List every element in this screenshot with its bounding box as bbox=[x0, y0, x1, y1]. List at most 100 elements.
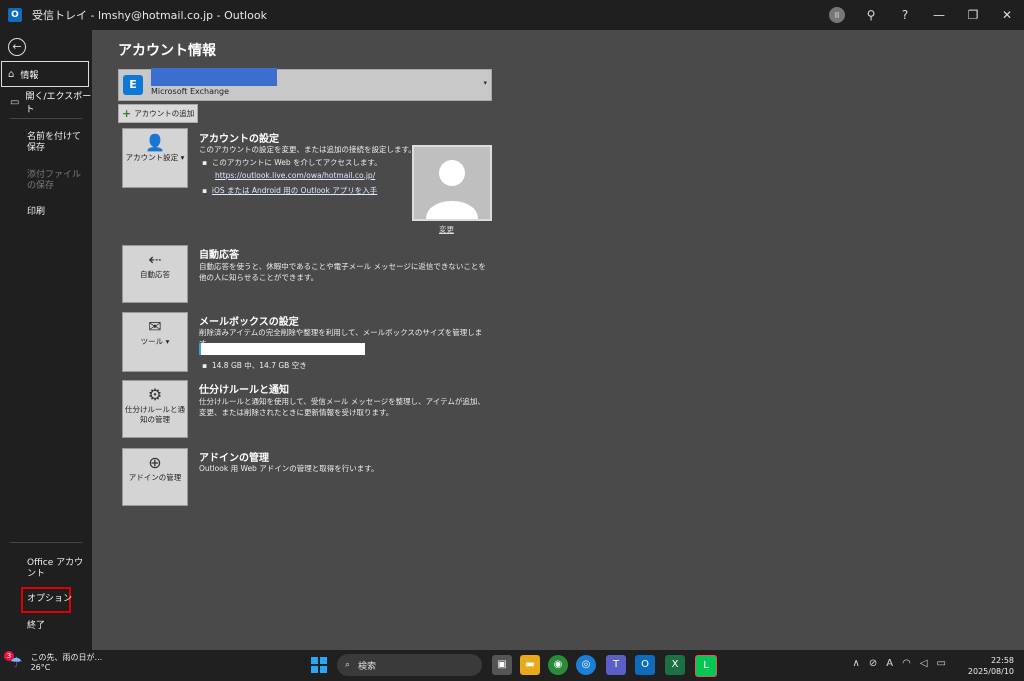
coauthor-icon[interactable]: ⚲ bbox=[854, 0, 888, 30]
account-settings-tile-label: アカウント設定 bbox=[125, 153, 179, 162]
folder-open-icon: ▭ bbox=[10, 96, 20, 108]
globe-icon: ⊕ bbox=[148, 453, 162, 472]
avatar: ll bbox=[829, 7, 845, 23]
back-arrow-icon[interactable]: ← bbox=[8, 38, 26, 56]
manage-addins-button[interactable]: ⊕ アドインの管理 bbox=[122, 448, 188, 506]
bullet-web-access: ▪ このアカウントに Web を介してアクセスします。 bbox=[202, 158, 382, 167]
mailbox-usage-fill bbox=[199, 343, 201, 355]
help-button[interactable]: ? bbox=[888, 0, 922, 30]
add-account-button[interactable]: + アカウントの追加 bbox=[118, 104, 198, 123]
plus-icon: + bbox=[122, 107, 132, 120]
mute-icon[interactable]: ⊘ bbox=[869, 658, 877, 669]
addins-desc: Outlook 用 Web アドインの管理と取得を行います。 bbox=[199, 464, 379, 473]
bullet-web-access-text: このアカウントに Web を介してアクセスします。 bbox=[211, 158, 382, 167]
excel-icon[interactable]: X bbox=[665, 655, 685, 675]
nav-open-export-label: 開く/エクスポート bbox=[25, 92, 92, 115]
account-avatar-button[interactable]: ll bbox=[820, 0, 854, 30]
mailbox-usage-text: 14.8 GB 中、14.7 GB 空き bbox=[211, 361, 307, 370]
taskbar-search[interactable]: ⌕ 検索 bbox=[337, 654, 482, 676]
rules-title: 仕分けルールと通知 bbox=[199, 385, 289, 396]
account-type: Microsoft Exchange bbox=[151, 87, 230, 96]
start-button[interactable] bbox=[311, 657, 327, 673]
divider bbox=[10, 542, 82, 543]
windows-logo-icon bbox=[311, 666, 318, 673]
rules-gear-bell-icon: ⚙ bbox=[147, 385, 163, 404]
rules-desc: 仕分けルールと通知を使用して、受信メール メッセージを整理し、アイテムが追加、変… bbox=[199, 397, 485, 417]
rules-alerts-button[interactable]: ⚙ 仕分けルールと通知の管理 bbox=[122, 380, 188, 438]
mailbox-tools-button[interactable]: ✉ ツール ▾ bbox=[122, 312, 188, 372]
account-dropdown[interactable]: E Microsoft Exchange ▾ bbox=[118, 68, 492, 101]
search-label: 検索 bbox=[358, 661, 377, 672]
auto-reply-button[interactable]: ⇠ 自動応答 bbox=[122, 245, 188, 303]
addins-tile-label: アドインの管理 bbox=[128, 473, 182, 482]
account-settings-title: アカウントの設定 bbox=[199, 134, 279, 145]
outlook-taskbar-icon[interactable]: O bbox=[635, 655, 655, 675]
file-explorer-icon[interactable]: ▬ bbox=[520, 655, 540, 675]
account-settings-button[interactable]: 👤 アカウント設定 ▾ bbox=[122, 128, 188, 188]
clock-time: 22:58 bbox=[990, 656, 1014, 665]
nav-info-label: 情報 bbox=[20, 70, 39, 81]
chevron-up-icon[interactable]: ∧ bbox=[853, 658, 860, 669]
weather-forecast: この先、雨の日が... bbox=[30, 653, 103, 662]
outlook-app-icon: O bbox=[8, 8, 22, 22]
clock-date: 2025/08/10 bbox=[967, 667, 1014, 676]
edge-icon[interactable]: ◎ bbox=[576, 655, 596, 675]
system-tray: ∧ ⊘ A ◠ ◁ ▭ bbox=[853, 658, 946, 669]
auto-reply-title: 自動応答 bbox=[199, 250, 239, 261]
page-title: アカウント情報 bbox=[118, 43, 216, 59]
nav-exit[interactable]: 終了 bbox=[27, 621, 87, 632]
divider bbox=[10, 118, 82, 119]
account-settings-icon: 👤 bbox=[145, 133, 165, 152]
rules-tile-label: 仕分けルールと通知の管理 bbox=[125, 405, 185, 424]
restore-button[interactable]: ❐ bbox=[956, 0, 990, 30]
weather-widget[interactable]: ☂ 3 この先、雨の日が... 26°C bbox=[4, 651, 103, 673]
redacted-email bbox=[151, 68, 277, 86]
add-account-label: アカウントの追加 bbox=[134, 109, 195, 118]
mailbox-tools-icon: ✉ bbox=[148, 317, 162, 336]
nav-office-account[interactable]: Office アカウント bbox=[27, 558, 87, 580]
exchange-icon: E bbox=[123, 75, 143, 95]
nav-options[interactable]: オプション bbox=[27, 594, 87, 605]
line-icon[interactable]: L bbox=[695, 655, 717, 677]
windows-logo-icon bbox=[320, 657, 327, 664]
mailbox-usage-bar bbox=[199, 343, 365, 355]
volume-icon[interactable]: ◁ bbox=[920, 658, 928, 669]
mailbox-usage: ▪ 14.8 GB 中、14.7 GB 空き bbox=[202, 361, 307, 370]
battery-icon[interactable]: ▭ bbox=[937, 658, 946, 669]
task-view-icon[interactable]: ▣ bbox=[492, 655, 512, 675]
chevron-down-icon: ▾ bbox=[483, 79, 487, 87]
nav-open-export[interactable]: ▭ 開く/エクスポート bbox=[4, 92, 92, 115]
nav-print[interactable]: 印刷 bbox=[27, 207, 87, 218]
weather-badge: 3 bbox=[4, 651, 14, 661]
change-photo-link[interactable]: 変更 bbox=[439, 224, 454, 235]
nav-save-as[interactable]: 名前を付けて保存 bbox=[27, 132, 87, 154]
mailbox-tools-tile-label: ツール bbox=[140, 337, 164, 346]
backstage-sidebar: ← ⌂ 情報 ▭ 開く/エクスポート 名前を付けて保存 添付ファイルの保存 印刷… bbox=[0, 30, 92, 650]
addins-title: アドインの管理 bbox=[199, 453, 269, 464]
chevron-down-icon: ▾ bbox=[180, 153, 185, 162]
windows-logo-icon bbox=[311, 657, 318, 664]
wifi-icon[interactable]: ◠ bbox=[902, 658, 911, 669]
ime-indicator[interactable]: A bbox=[886, 658, 893, 669]
mailbox-title: メールボックスの設定 bbox=[199, 317, 299, 328]
chrome-icon[interactable]: ◉ bbox=[548, 655, 568, 675]
account-info-pane: アカウント情報 E Microsoft Exchange ▾ + アカウントの追… bbox=[92, 30, 1024, 650]
auto-reply-icon: ⇠ bbox=[148, 250, 162, 269]
profile-photo[interactable] bbox=[412, 145, 492, 221]
window-title: 受信トレイ - lmshy@hotmail.co.jp - Outlook bbox=[32, 9, 267, 22]
person-silhouette-icon bbox=[426, 160, 478, 219]
mobile-app-link[interactable]: iOS または Android 用の Outlook アプリを入手 bbox=[212, 186, 377, 195]
nav-info[interactable]: ⌂ 情報 bbox=[1, 61, 89, 87]
home-icon: ⌂ bbox=[8, 68, 15, 80]
search-icon: ⌕ bbox=[345, 660, 351, 670]
teams-icon[interactable]: T bbox=[606, 655, 626, 675]
auto-reply-desc: 自動応答を使うと、休暇中であることや電子メール メッセージに返信できないことを他… bbox=[199, 262, 486, 282]
windows-logo-icon bbox=[320, 666, 327, 673]
nav-save-attachments[interactable]: 添付ファイルの保存 bbox=[27, 170, 87, 192]
minimize-button[interactable]: — bbox=[922, 0, 956, 30]
owa-link[interactable]: https://outlook.live.com/owa/hotmail.co.… bbox=[215, 171, 375, 180]
close-button[interactable]: ✕ bbox=[990, 0, 1024, 30]
rain-cloud-icon: ☂ 3 bbox=[4, 651, 23, 671]
taskbar-clock[interactable]: 22:58 2025/08/10 bbox=[968, 655, 1014, 677]
weather-temp: 26°C bbox=[30, 663, 51, 672]
